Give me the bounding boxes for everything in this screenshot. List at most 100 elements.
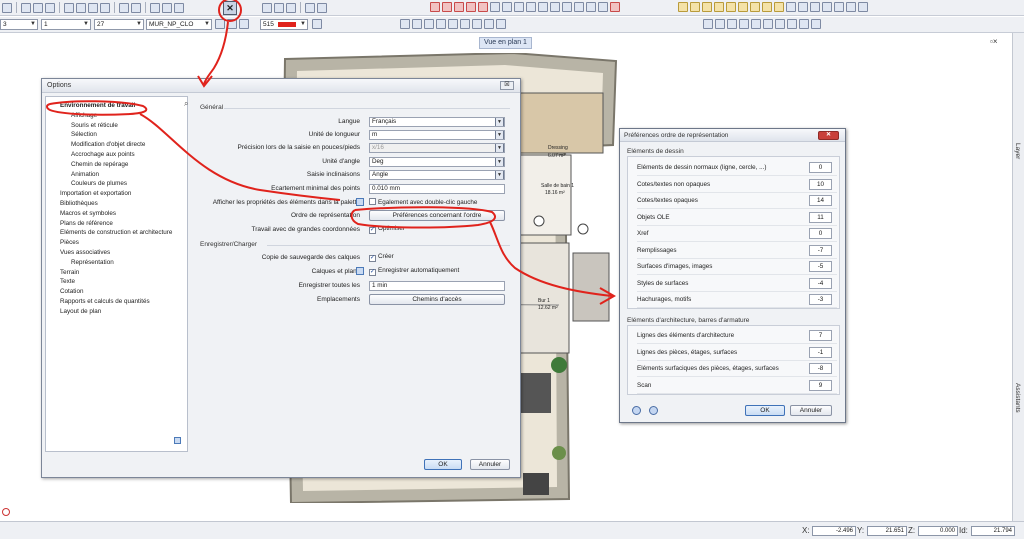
restore-window-button[interactable]: ▫× [990,37,998,46]
column-icon[interactable] [690,2,700,12]
tree-item[interactable]: Environnement de travail [60,102,135,109]
plot-icon[interactable] [45,2,55,13]
copy-icon[interactable] [76,2,86,13]
tree-item[interactable]: Animation [71,171,99,178]
extend-icon[interactable] [526,2,536,12]
fill-icon[interactable] [739,19,749,29]
print-icon[interactable] [21,2,31,13]
group-icon[interactable] [811,19,821,29]
layers-icon[interactable] [162,2,172,13]
pref-value-input[interactable]: -7 [809,244,832,256]
pref-value-input[interactable]: 0 [809,228,832,239]
close-button[interactable]: ✕ [818,131,839,140]
snap-point-icon[interactable] [412,19,422,29]
snap-tangent-icon[interactable] [484,19,494,29]
railing-icon[interactable] [750,2,760,12]
tree-item[interactable]: Plans de référence [60,220,113,227]
ok-button[interactable]: OK [745,405,785,416]
brush-icon[interactable] [100,2,110,13]
text-icon[interactable] [703,19,713,29]
tree-item[interactable]: Représentation [71,259,114,266]
layer-tab[interactable]: Layer [1014,143,1021,159]
pref-value-input[interactable]: -3 [809,294,832,305]
pref-value-input[interactable]: 14 [809,195,832,206]
tree-item[interactable]: Modification d'objet directe [71,141,145,148]
snap-ortho-icon[interactable] [496,19,506,29]
slab-icon[interactable] [714,2,724,12]
distance-value[interactable]: 21.794 [971,526,1015,536]
snap-mid-icon[interactable] [436,19,446,29]
ceiling-icon[interactable] [810,2,820,12]
pencil-icon[interactable] [430,2,440,12]
beam-icon[interactable] [702,2,712,12]
help-icon[interactable] [632,406,641,415]
left-combo[interactable]: 3 ▼ [0,19,38,30]
window-icon[interactable] [174,2,184,13]
snap-perp-icon[interactable] [472,19,482,29]
tree-item[interactable]: Accrochage aux points [71,151,135,158]
floor-icon[interactable] [798,2,808,12]
snap-center-icon[interactable] [448,19,458,29]
line-icon[interactable] [442,2,452,12]
array-icon[interactable] [562,2,572,12]
label-icon[interactable] [846,2,856,12]
undo-icon[interactable] [119,2,129,13]
paste-icon[interactable] [88,2,98,13]
coords-checkbox[interactable]: ✓ Optimiser [369,225,405,234]
tree-item[interactable]: Affichage [71,112,97,119]
z-coordinate[interactable]: 0.000 [918,526,958,536]
mirror-icon[interactable] [490,2,500,12]
calques-checkbox[interactable]: ✓ Enregistrer automatiquement [369,267,459,276]
pattern-icon[interactable] [751,19,761,29]
tree-item[interactable]: Eléments de construction et architecture [60,229,172,236]
snap-grid-icon[interactable] [400,19,410,29]
zoom-all-icon[interactable] [274,2,284,13]
pref-value-input[interactable]: 10 [809,178,832,190]
y-coordinate[interactable]: 21.651 [867,526,907,536]
pref-value-input[interactable]: 7 [809,330,832,341]
line-type-combo[interactable]: 27 ▼ [94,19,144,30]
3d-view-icon[interactable] [286,2,296,13]
explode-icon[interactable] [586,2,596,12]
pen-icon[interactable] [239,19,249,29]
roof-icon[interactable] [726,2,736,12]
cancel-button[interactable]: Annuler [790,405,832,416]
stair-icon[interactable] [738,2,748,12]
snap-line-icon[interactable] [424,19,434,29]
grid-icon[interactable] [2,2,12,13]
symbol-icon[interactable] [775,19,785,29]
settings-icon[interactable] [317,2,327,13]
info-icon[interactable] [174,437,181,444]
image-icon[interactable] [763,19,773,29]
inclinaison-select[interactable]: Angle ▼ [369,170,505,180]
order-preferences-button[interactable]: Préférences concernant l'ordre [369,210,505,221]
eyedropper-icon[interactable] [312,19,322,29]
snap-intersect-icon[interactable] [460,19,470,29]
elevation-icon[interactable] [834,2,844,12]
longueur-select[interactable]: m ▼ [369,130,505,140]
tree-item[interactable]: Couleurs de plumes [71,180,127,187]
tree-item[interactable]: Souris et réticule [71,122,118,129]
offset-icon[interactable] [502,2,512,12]
layer-combo[interactable]: MUR_NP_CLO ▼ [146,19,212,30]
ok-button[interactable]: OK [424,459,462,470]
hatch-icon[interactable] [727,19,737,29]
join-icon[interactable] [574,2,584,12]
tree-item[interactable]: Texte [60,278,75,285]
tree-item[interactable]: Terrain [60,269,79,276]
xref-icon[interactable] [799,19,809,29]
tree-item[interactable]: Vues associatives [60,249,110,256]
angle-select[interactable]: Deg ▼ [369,157,505,167]
search-icon[interactable]: ⌕ [184,99,188,109]
x-coordinate[interactable]: -2.496 [812,526,856,536]
zoom-window-icon[interactable] [262,2,272,13]
polyline-icon[interactable] [454,2,464,12]
layer-select-icon[interactable] [227,19,237,29]
tree-item[interactable]: Chemin de repérage [71,161,128,168]
pref-value-input[interactable]: 0 [809,162,832,173]
info-icon[interactable] [649,406,658,415]
wall-icon[interactable] [678,2,688,12]
ecartement-input[interactable]: 0.010 mm [369,184,505,194]
tree-item[interactable]: Importation et exportation [60,190,131,197]
trim-icon[interactable] [514,2,524,12]
